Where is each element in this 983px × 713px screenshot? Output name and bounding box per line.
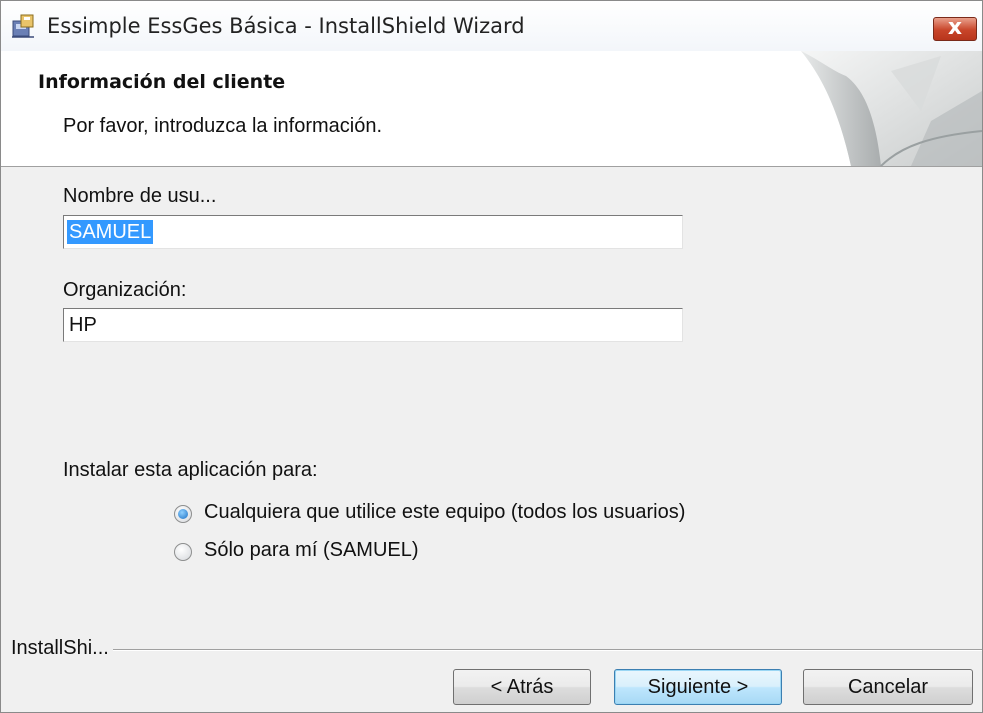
title-bar[interactable]: Essimple EssGes Básica - InstallShield W…: [1, 1, 982, 51]
radio-only-me-label[interactable]: Sólo para mí (SAMUEL): [204, 539, 419, 562]
organization-field[interactable]: HP: [63, 308, 683, 342]
page-subtitle: Por favor, introduzca la información.: [63, 115, 383, 137]
close-button[interactable]: x: [933, 15, 977, 41]
cancel-button[interactable]: Cancelar: [803, 669, 973, 705]
organization-label: Organización:: [63, 279, 187, 301]
footer-separator: [11, 649, 982, 651]
installshield-brand-label: InstallShi...: [11, 637, 113, 660]
next-button[interactable]: Siguiente >: [614, 669, 782, 705]
back-button[interactable]: < Atrás: [453, 669, 591, 705]
install-for-label: Instalar esta aplicación para:: [63, 459, 318, 481]
close-icon: x: [947, 15, 963, 40]
page-curl-banner-art: [781, 51, 982, 166]
radio-only-me-button[interactable]: [174, 543, 192, 561]
radio-selected-dot: [178, 509, 188, 519]
username-value: SAMUEL: [67, 220, 154, 244]
dialog-footer: InstallShi... < Atrás Siguiente > Cancel…: [1, 637, 982, 712]
installer-app-icon: [12, 14, 34, 38]
window-title: Essimple EssGes Básica - InstallShield W…: [47, 14, 525, 38]
radio-all-users-button[interactable]: [174, 505, 192, 523]
page-title: Información del cliente: [38, 71, 286, 93]
radio-all-users-label[interactable]: Cualquiera que utilice este equipo (todo…: [204, 501, 685, 524]
username-label: Nombre de usu...: [63, 185, 217, 207]
dialog-content: Nombre de usu... SAMUEL Organización: HP…: [1, 167, 982, 637]
organization-value: HP: [69, 314, 97, 336]
header-banner: Información del cliente Por favor, intro…: [1, 51, 982, 167]
username-field[interactable]: SAMUEL: [63, 215, 683, 249]
installshield-wizard-window: Essimple EssGes Básica - InstallShield W…: [0, 0, 983, 713]
